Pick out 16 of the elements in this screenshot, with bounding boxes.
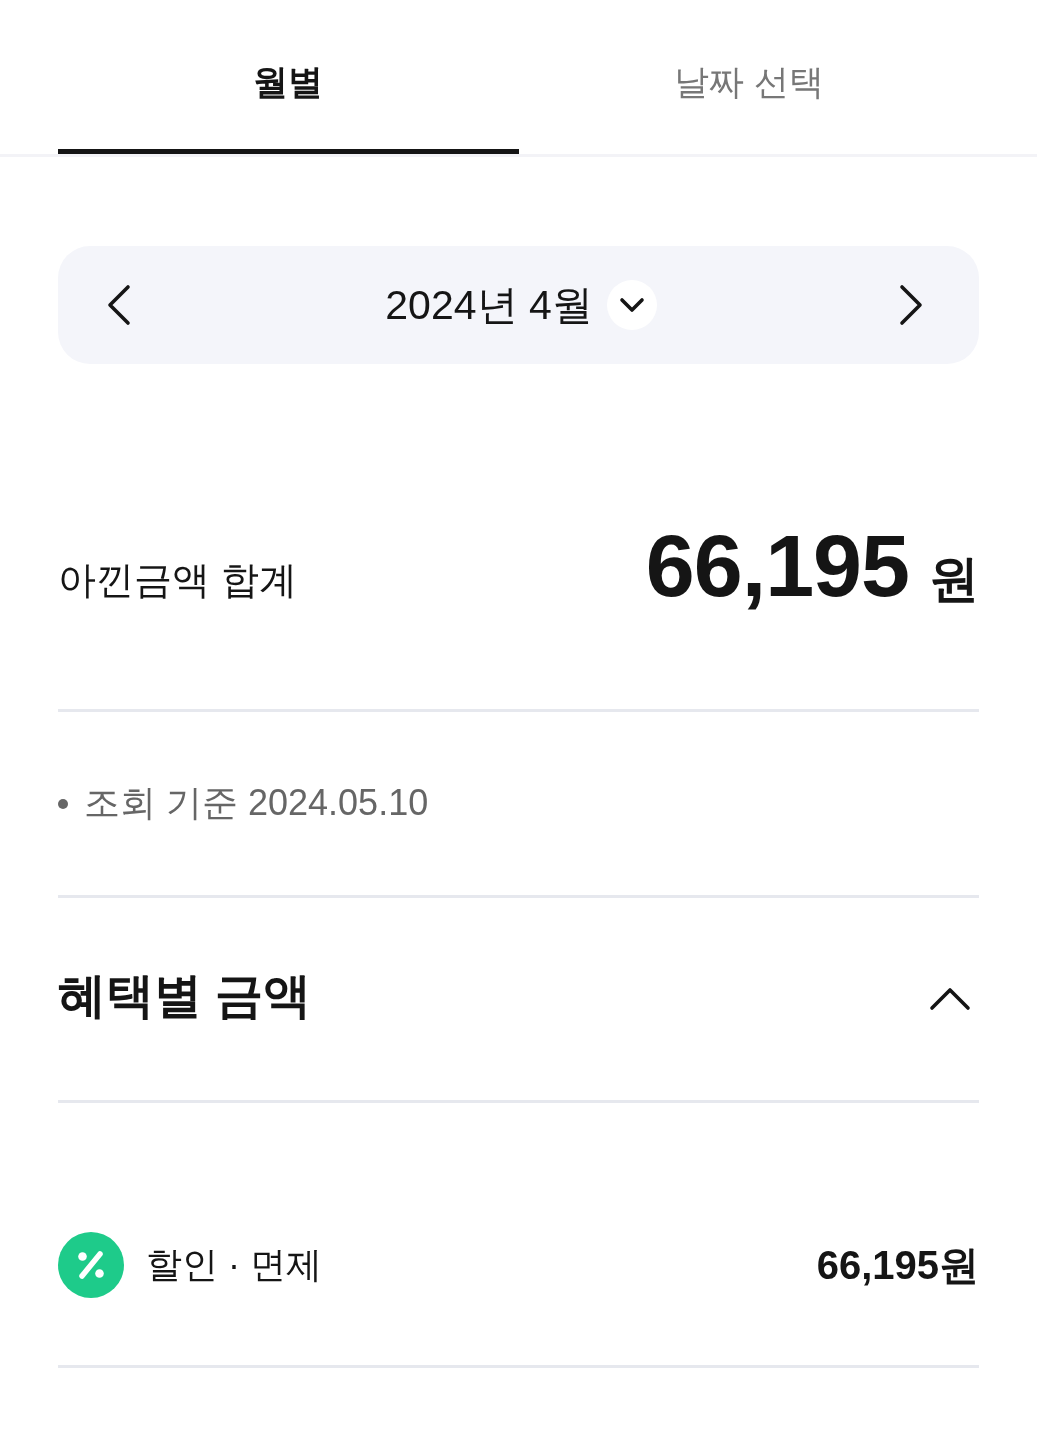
- chevron-right-icon: [898, 284, 924, 326]
- month-dropdown-button[interactable]: [606, 280, 657, 330]
- currency-unit: 원: [929, 549, 979, 609]
- query-date-note: 조회 기준 2024.05.10: [84, 781, 429, 825]
- percent-icon: [58, 1232, 124, 1298]
- section-title: 혜택별 금액: [58, 968, 312, 1024]
- total-label: 아낀금액 합계: [58, 558, 297, 603]
- chevron-down-icon: [618, 297, 645, 313]
- bullet-icon: [58, 798, 68, 809]
- tab[interactable]: 날짜 선택: [518, 0, 979, 154]
- benefit-amount: 66,195원: [816, 1241, 979, 1289]
- chevron-left-icon: [106, 284, 132, 326]
- total-amount: 66,195: [645, 514, 909, 617]
- tab[interactable]: 월별: [58, 0, 519, 154]
- benefit-label: 할인 · 면제: [146, 1242, 322, 1287]
- month-label: 2024년 4월: [385, 281, 593, 330]
